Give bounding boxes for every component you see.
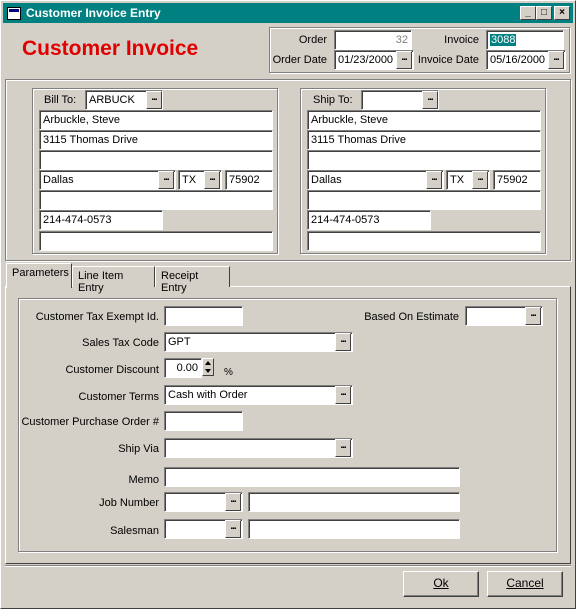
window-icon	[7, 6, 21, 20]
bill-to-label: Bill To:	[41, 94, 80, 106]
ship-to-name-field[interactable]: Arbuckle, Steve	[307, 110, 541, 130]
title-bar[interactable]: Customer Invoice Entry _ □ ×	[3, 3, 573, 23]
bill-to-phone-field[interactable]: 214-474-0573	[39, 210, 163, 230]
ok-button-label: Ok	[433, 576, 449, 590]
bill-to-city-lookup-button[interactable]: ...	[158, 171, 174, 189]
bill-to-address1-field[interactable]: 3115 Thomas Drive	[39, 130, 273, 150]
spin-down-icon[interactable]	[205, 369, 211, 373]
invoice-number-value: 3088	[490, 34, 517, 46]
bill-to-extra-field[interactable]	[39, 190, 273, 210]
ship-to-label: Ship To:	[310, 94, 356, 106]
job-number-label: Job Number	[99, 497, 159, 509]
ship-via-field[interactable]	[164, 438, 353, 458]
page-heading: Customer Invoice	[22, 37, 199, 60]
invoice-number-field[interactable]: 3088	[486, 30, 564, 50]
close-button[interactable]: ×	[554, 6, 570, 20]
memo-label: Memo	[128, 474, 159, 486]
job-number-lookup-button[interactable]: ...	[225, 493, 241, 511]
ok-button[interactable]: Ok	[403, 571, 479, 597]
ship-to-phone-field[interactable]: 214-474-0573	[307, 210, 431, 230]
ship-to-city-lookup-button[interactable]: ...	[426, 171, 442, 189]
spin-up-icon[interactable]	[205, 361, 211, 365]
job-description-field[interactable]	[248, 492, 460, 512]
terms-lookup-button[interactable]: ...	[335, 386, 351, 404]
sales-tax-label: Sales Tax Code	[82, 337, 159, 349]
bill-to-zip-field[interactable]: 75902	[225, 170, 273, 190]
ship-to-extra-field[interactable]	[307, 190, 541, 210]
terms-label: Customer Terms	[78, 391, 159, 403]
discount-unit: %	[224, 367, 233, 378]
ship-via-lookup-button[interactable]: ...	[335, 439, 351, 457]
footer-divider	[5, 565, 571, 567]
window-title: Customer Invoice Entry	[26, 6, 161, 20]
cancel-button-label: Cancel	[506, 576, 544, 590]
salesman-lookup-button[interactable]: ...	[225, 520, 241, 538]
ship-via-label: Ship Via	[118, 443, 159, 455]
tax-exempt-field[interactable]	[164, 306, 243, 326]
bill-to-state-lookup-button[interactable]: ...	[204, 171, 220, 189]
maximize-button[interactable]: □	[536, 6, 552, 20]
order-date-lookup-button[interactable]: ...	[396, 51, 412, 69]
bill-to-extra2-field[interactable]	[39, 231, 273, 251]
minimize-button[interactable]: _	[520, 6, 536, 20]
discount-label: Customer Discount	[65, 364, 159, 376]
memo-field[interactable]	[164, 467, 460, 487]
ship-to-address2-field[interactable]	[307, 150, 541, 170]
ship-to-lookup-button[interactable]: ...	[422, 91, 438, 109]
order-label: Order	[298, 34, 327, 46]
tab-parameters[interactable]: Parameters	[6, 263, 72, 288]
ship-to-zip-field[interactable]: 75902	[493, 170, 541, 190]
order-date-label: Order Date	[272, 54, 327, 66]
tab-receipt-entry[interactable]: Receipt Entry	[155, 266, 230, 294]
order-number-field[interactable]: 32	[334, 30, 412, 50]
discount-spinner[interactable]	[202, 358, 214, 376]
purchase-order-field[interactable]	[164, 411, 243, 431]
bill-to-name-field[interactable]: Arbuckle, Steve	[39, 110, 273, 130]
sales-tax-field[interactable]: GPT	[164, 332, 353, 352]
invoice-date-label: Invoice Date	[417, 54, 479, 66]
invoice-label: Invoice	[444, 34, 479, 46]
sales-tax-lookup-button[interactable]: ...	[335, 333, 351, 351]
invoice-date-lookup-button[interactable]: ...	[548, 51, 564, 69]
bill-to-lookup-button[interactable]: ...	[146, 91, 162, 109]
based-on-estimate-label: Based On Estimate	[364, 311, 459, 323]
cancel-button[interactable]: Cancel	[487, 571, 563, 597]
tax-exempt-label: Customer Tax Exempt Id.	[35, 311, 159, 323]
salesman-label: Salesman	[110, 525, 159, 537]
purchase-order-label: Customer Purchase Order #	[21, 416, 159, 428]
terms-field[interactable]: Cash with Order	[164, 385, 353, 405]
ship-to-extra2-field[interactable]	[307, 231, 541, 251]
ship-to-address1-field[interactable]: 3115 Thomas Drive	[307, 130, 541, 150]
discount-field[interactable]: 0.00	[164, 358, 202, 378]
salesman-name-field[interactable]	[248, 519, 460, 539]
ship-to-city-field[interactable]: Dallas	[307, 170, 444, 190]
based-on-estimate-lookup-button[interactable]: ...	[525, 307, 541, 325]
ship-to-state-lookup-button[interactable]: ...	[472, 171, 488, 189]
tab-line-item-entry[interactable]: Line Item Entry	[72, 266, 155, 294]
bill-to-city-field[interactable]: Dallas	[39, 170, 176, 190]
invoice-window: Customer Invoice Entry _ □ × Customer In…	[0, 0, 576, 609]
bill-to-address2-field[interactable]	[39, 150, 273, 170]
